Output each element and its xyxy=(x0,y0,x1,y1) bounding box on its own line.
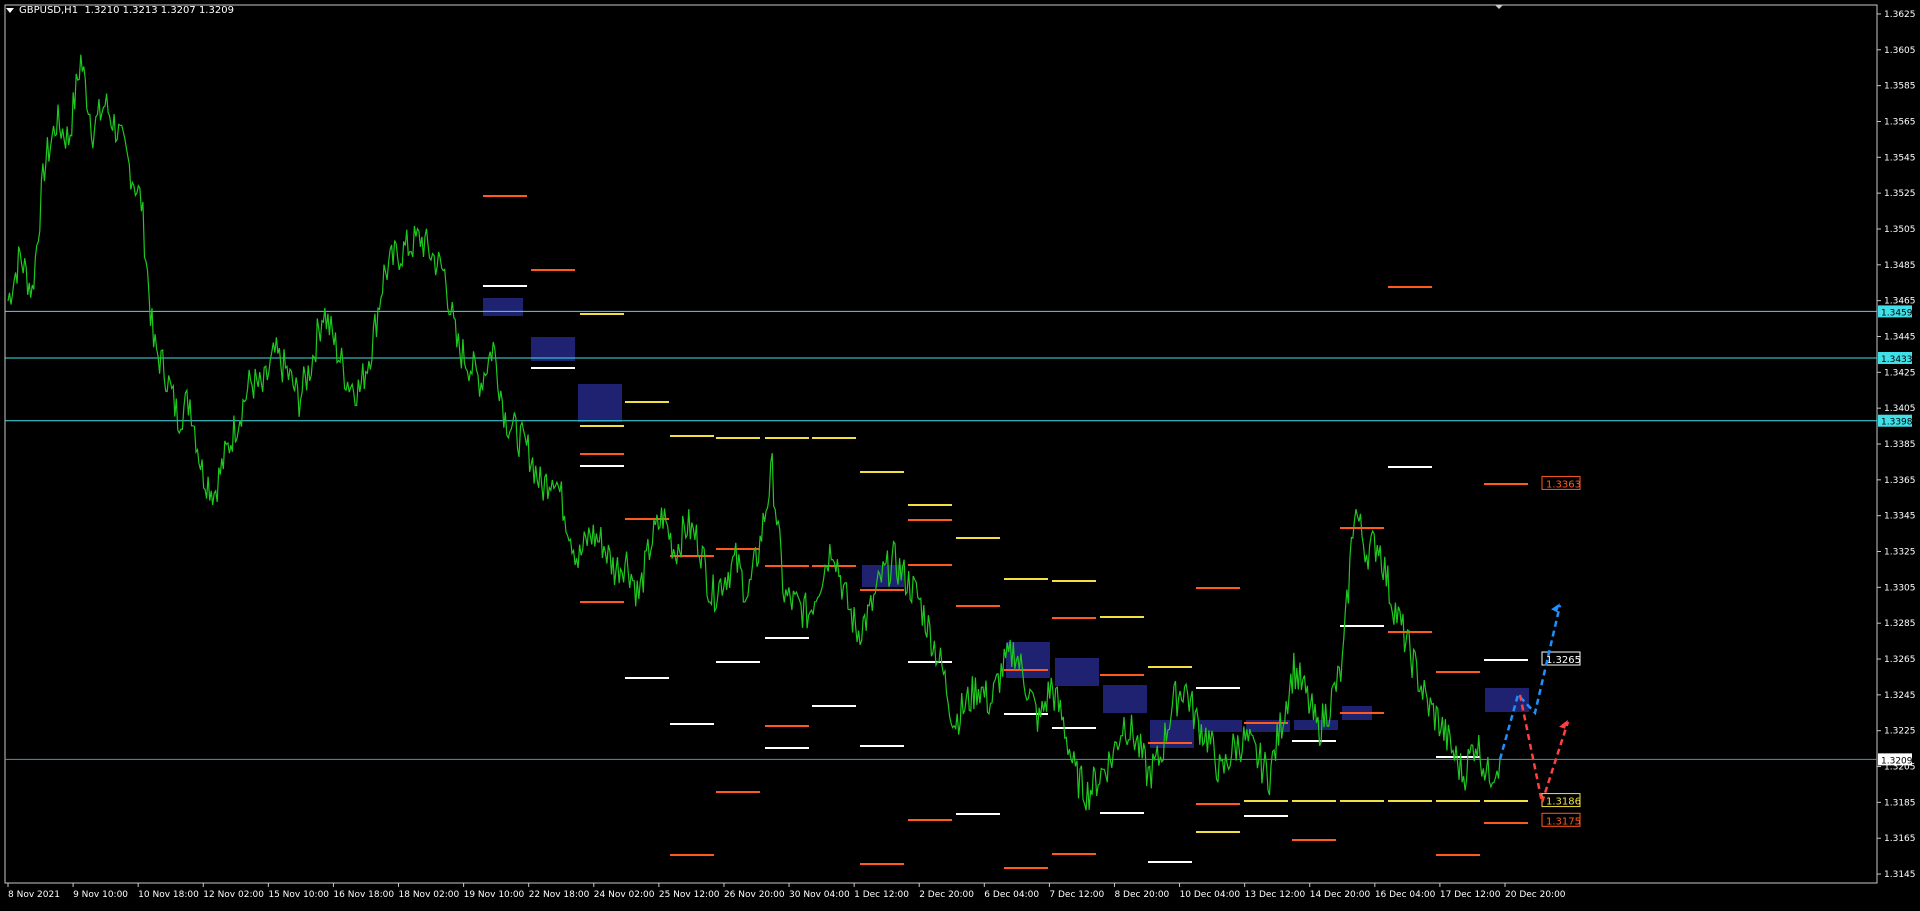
x-tick-label: 18 Nov 02:00 xyxy=(399,890,460,900)
plot-frame xyxy=(4,4,1878,884)
y-tick-label: 1.3525 xyxy=(1884,189,1916,199)
x-tick-label: 7 Dec 12:00 xyxy=(1049,890,1104,900)
x-tick-label: 25 Nov 12:00 xyxy=(659,890,720,900)
x-tick-label: 15 Nov 10:00 xyxy=(268,890,329,900)
chart-quote: 1.3210 1.3213 1.3207 1.3209 xyxy=(84,5,234,16)
y-tick-label: 1.3345 xyxy=(1884,512,1916,522)
x-tick-label: 16 Nov 18:00 xyxy=(333,890,394,900)
y-tick-label: 1.3265 xyxy=(1884,655,1916,665)
price-level-label: 1.3398 xyxy=(1881,418,1913,428)
y-tick-label: 1.3425 xyxy=(1884,368,1916,378)
price-tag-label: 1.3363 xyxy=(1546,479,1581,490)
y-tick-label: 1.3405 xyxy=(1884,404,1916,414)
x-tick-label: 9 Nov 10:00 xyxy=(73,890,128,900)
y-tick-label: 1.3605 xyxy=(1884,46,1916,56)
price-level-label: 1.3459 xyxy=(1881,308,1913,318)
y-tick-label: 1.3325 xyxy=(1884,548,1916,558)
scroll-marker-icon[interactable] xyxy=(1495,5,1503,9)
price-level-label: 1.3433 xyxy=(1881,355,1913,365)
x-tick-label: 1 Dec 12:00 xyxy=(854,890,909,900)
y-tick-label: 1.3185 xyxy=(1884,798,1916,808)
y-tick-label: 1.3445 xyxy=(1884,332,1916,342)
x-tick-label: 30 Nov 04:00 xyxy=(789,890,850,900)
arrow-head-blue-icon xyxy=(1551,603,1560,613)
x-tick-label: 16 Dec 04:00 xyxy=(1375,890,1436,900)
zone-box xyxy=(1198,720,1242,732)
zone-box xyxy=(1103,685,1147,713)
y-tick-label: 1.3285 xyxy=(1884,619,1916,629)
price-tag-label: 1.3265 xyxy=(1546,655,1581,666)
x-tick-label: 12 Nov 02:00 xyxy=(203,890,264,900)
collapse-triangle-icon[interactable] xyxy=(6,7,14,13)
x-tick-label: 10 Dec 04:00 xyxy=(1180,890,1241,900)
x-tick-label: 13 Dec 12:00 xyxy=(1245,890,1306,900)
y-tick-label: 1.3225 xyxy=(1884,727,1916,737)
chart-header: GBPUSD,H1 1.3210 1.3213 1.3207 1.3209 xyxy=(6,5,234,16)
y-tick-label: 1.3145 xyxy=(1884,870,1916,880)
y-tick-label: 1.3485 xyxy=(1884,261,1916,271)
x-tick-label: 6 Dec 04:00 xyxy=(984,890,1039,900)
y-tick-label: 1.3245 xyxy=(1884,691,1916,701)
price-chart[interactable]: 1.3625 1.3605 1.3585 1.3565 1.3545 1.3525 1.35… xyxy=(0,0,1920,907)
x-tick-label: 24 Nov 02:00 xyxy=(594,890,655,900)
zone-box xyxy=(483,298,523,316)
price-tag-label: 1.3175 xyxy=(1546,816,1581,827)
price-series-line xyxy=(7,54,1501,811)
x-tick-label: 26 Nov 20:00 xyxy=(724,890,785,900)
y-tick-label: 1.3305 xyxy=(1884,583,1916,593)
x-tick-label: 22 Nov 18:00 xyxy=(529,890,590,900)
zone-box xyxy=(1055,658,1099,686)
x-tick-label: 20 Dec 20:00 xyxy=(1505,890,1566,900)
y-tick-label: 1.3165 xyxy=(1884,834,1916,844)
price-tag-label: 1.3186 xyxy=(1546,797,1581,808)
zone-box xyxy=(578,384,622,422)
y-tick-label: 1.3365 xyxy=(1884,476,1916,486)
y-tick-label: 1.3505 xyxy=(1884,225,1916,235)
x-tick-label: 10 Nov 18:00 xyxy=(138,890,199,900)
chart-symbol: GBPUSD,H1 xyxy=(19,5,79,16)
y-tick-label: 1.3465 xyxy=(1884,297,1916,307)
forecast-arrow-up xyxy=(1498,604,1562,760)
y-tick-label: 1.3625 xyxy=(1884,10,1916,20)
x-tick-label: 19 Nov 10:00 xyxy=(464,890,525,900)
y-tick-label: 1.3565 xyxy=(1884,117,1916,127)
y-tick-label: 1.3545 xyxy=(1884,153,1916,163)
y-tick-label: 1.3385 xyxy=(1884,440,1916,450)
x-tick-label: 2 Dec 20:00 xyxy=(919,890,974,900)
x-tick-label: 8 Dec 20:00 xyxy=(1114,890,1169,900)
x-tick-label: 8 Nov 2021 xyxy=(8,890,60,900)
x-tick-label: 14 Dec 20:00 xyxy=(1310,890,1371,900)
y-tick-label: 1.3585 xyxy=(1884,82,1916,92)
zone-box xyxy=(531,337,575,361)
price-level-label: 1.3209 xyxy=(1881,756,1913,766)
x-tick-label: 17 Dec 12:00 xyxy=(1440,890,1501,900)
price-chart-svg[interactable]: 1.3625 1.3605 1.3585 1.3565 1.3545 1.3525 1.35… xyxy=(0,0,1920,907)
